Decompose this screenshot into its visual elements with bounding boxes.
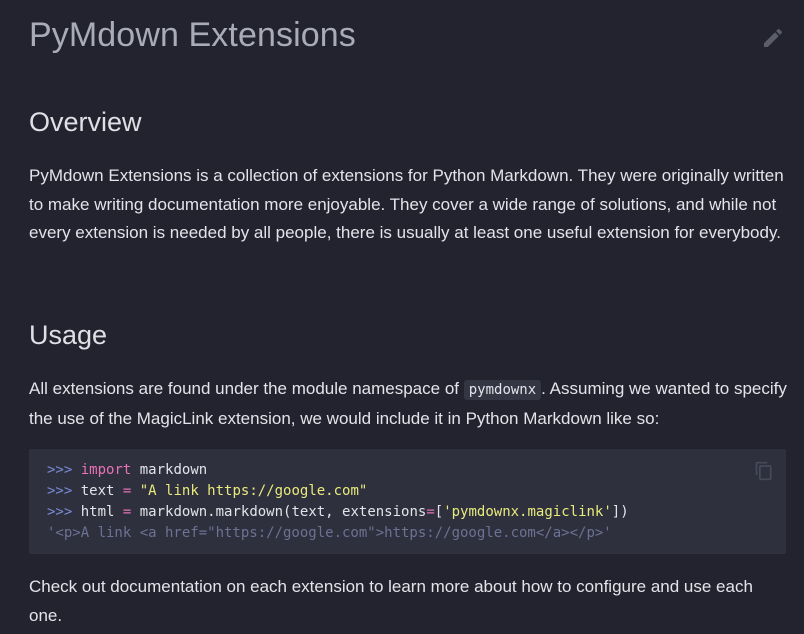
code-listing: >>> import markdown >>> text = "A link h…: [47, 460, 629, 544]
code-keyword: import: [80, 462, 132, 478]
code-text: markdown: [131, 462, 208, 478]
inline-code-pymdownx: pymdownx: [463, 380, 542, 400]
code-prompt: >>>: [47, 504, 73, 520]
code-text: markdown.markdown(text, extensions: [131, 504, 427, 520]
code-text: text: [72, 483, 123, 499]
pencil-icon: [764, 28, 783, 47]
section-heading-overview: Overview: [29, 107, 142, 137]
code-output: '<p>A link <a href="https://google.com">…: [47, 525, 612, 541]
code-text: html: [72, 504, 123, 520]
overview-paragraph: PyMdown Extensions is a collection of ex…: [29, 166, 784, 242]
code-string: 'pymdownx.magiclink': [443, 504, 612, 520]
page-title: PyMdown Extensions: [29, 16, 356, 54]
edit-button[interactable]: [761, 26, 785, 50]
copy-button[interactable]: [754, 461, 774, 481]
code-text: ]): [611, 504, 629, 520]
closing-paragraph: Check out documentation on each extensio…: [29, 577, 753, 625]
code-text: [: [434, 504, 444, 520]
usage-text-before: All extensions are found under the modul…: [29, 379, 464, 398]
code-block: >>> import markdown >>> text = "A link h…: [29, 449, 786, 554]
code-prompt: >>>: [47, 483, 73, 499]
code-operator: =: [122, 483, 132, 499]
usage-paragraph: All extensions are found under the modul…: [29, 375, 789, 433]
copy-icon: [755, 461, 772, 481]
code-operator: =: [426, 504, 435, 520]
section-heading-usage: Usage: [29, 320, 108, 350]
code-prompt: >>>: [47, 462, 73, 478]
code-string: "A link https://google.com": [139, 483, 368, 499]
